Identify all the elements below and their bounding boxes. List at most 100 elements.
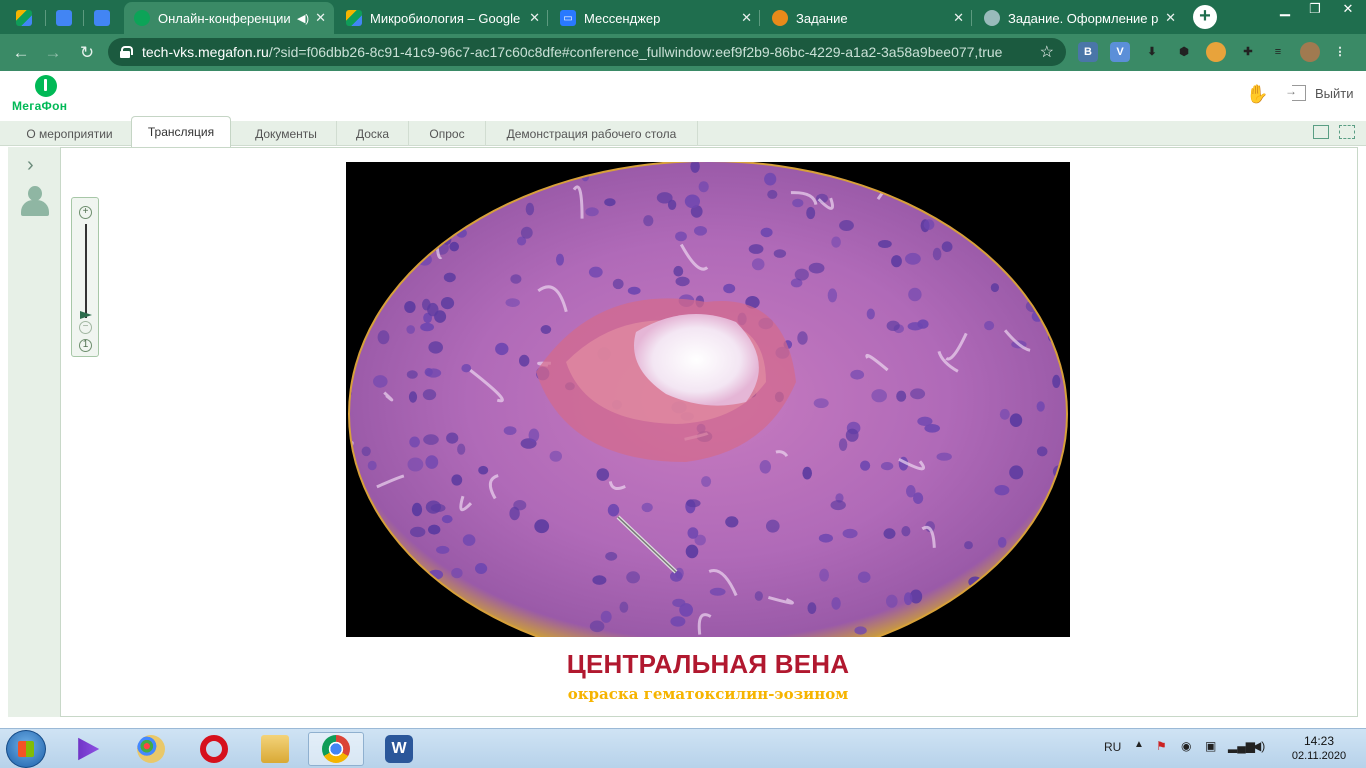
- close-window-button[interactable]: ✕: [1330, 0, 1366, 20]
- google-docs-icon: [94, 10, 110, 26]
- volume-icon[interactable]: ◀): [1252, 739, 1265, 753]
- chevron-right-icon[interactable]: ›: [27, 154, 34, 177]
- tab-label: Задание: [796, 10, 848, 26]
- cookie-icon[interactable]: [1206, 42, 1226, 62]
- close-tab-icon[interactable]: ✕: [741, 10, 752, 26]
- task-icon: [772, 10, 788, 26]
- tab-messenger[interactable]: ▭ Мессенджер ✕: [550, 2, 760, 34]
- tab-poll[interactable]: Опрос: [409, 121, 486, 146]
- media-player-button[interactable]: [60, 732, 116, 766]
- tab-google-docs-2[interactable]: [84, 2, 122, 34]
- puzzle-icon[interactable]: ✚: [1238, 42, 1258, 62]
- zoom-slider-track[interactable]: [85, 224, 87, 318]
- zoom-reset-button[interactable]: 1: [79, 339, 92, 352]
- logo-text: МегаФон: [12, 99, 68, 113]
- tab-desktop-sharing[interactable]: Демонстрация рабочего стола: [486, 121, 698, 146]
- tray-expand-icon[interactable]: ▲: [1134, 739, 1144, 750]
- tab-label: Мессенджер: [584, 10, 661, 26]
- slide-caption: ЦЕНТРАЛЬНАЯ ВЕНА окраска гематоксилин-эо…: [346, 637, 1070, 705]
- minimize-button[interactable]: ▁: [1270, 0, 1300, 20]
- url-path: /?sid=f06dbb26-8c91-41c9-96c7-ac17c60c8d…: [268, 44, 1003, 60]
- tab-task[interactable]: Задание ✕: [762, 2, 972, 34]
- speaker-icon[interactable]: ◀): [297, 12, 309, 25]
- opera-icon: [200, 735, 228, 763]
- start-button[interactable]: [6, 730, 46, 768]
- language-indicator[interactable]: RU: [1104, 740, 1121, 754]
- tab-google-drive[interactable]: [6, 2, 46, 34]
- presentation-slide: ЦЕНТРАЛЬНАЯ ВЕНА окраска гематоксилин-эо…: [346, 162, 1070, 705]
- tab-google-docs-1[interactable]: [46, 2, 84, 34]
- megafon-logo-icon: [35, 75, 57, 97]
- close-tab-icon[interactable]: ✕: [953, 10, 964, 26]
- close-tab-icon[interactable]: ✕: [529, 10, 540, 26]
- tab-label: Микробиология – Google Д: [370, 10, 524, 26]
- opera-button[interactable]: [186, 732, 242, 766]
- micrograph-image: [346, 162, 1070, 637]
- lock-icon: [120, 46, 133, 58]
- exit-label: Выйти: [1315, 85, 1354, 101]
- split-view-icon[interactable]: [1313, 125, 1329, 139]
- raise-hand-icon[interactable]: ✋: [1246, 84, 1268, 105]
- tab-board[interactable]: Доска: [337, 121, 409, 146]
- download-icon[interactable]: ⬇: [1142, 42, 1162, 62]
- action-center-icon[interactable]: ⚑: [1156, 739, 1167, 753]
- google-drive-icon: [346, 10, 362, 26]
- word-button[interactable]: W: [371, 732, 427, 766]
- slide-title: ЦЕНТРАЛЬНАЯ ВЕНА: [566, 649, 850, 679]
- conference-tabs: О мероприятии Трансляция Документы Доска…: [0, 116, 1366, 147]
- profile-avatar[interactable]: [1300, 42, 1320, 62]
- close-tab-icon[interactable]: ✕: [315, 10, 326, 26]
- tab-microbiology[interactable]: Микробиология – Google Д ✕: [336, 2, 548, 34]
- clock-date: 02.11.2020: [1291, 750, 1347, 762]
- tab-documents[interactable]: Документы: [236, 121, 337, 146]
- slide-subtitle: окраска гематоксилин-эозином: [567, 685, 849, 703]
- tab-label: Онлайн-конференции: [158, 10, 291, 26]
- exit-icon: [1285, 84, 1306, 101]
- messenger-icon: ▭: [560, 10, 576, 26]
- back-button[interactable]: ←: [10, 42, 32, 64]
- exit-button[interactable]: Выйти: [1285, 84, 1354, 101]
- file-explorer-icon: [261, 735, 289, 763]
- url-field[interactable]: tech-vks.megafon.ru/?sid=f06dbb26-8c91-4…: [108, 38, 1066, 66]
- zoom-out-button[interactable]: −: [79, 321, 92, 334]
- file-explorer-button[interactable]: [247, 732, 303, 766]
- tab-about-event[interactable]: О мероприятии: [8, 121, 132, 146]
- chrome-button[interactable]: [308, 732, 364, 766]
- new-tab-button[interactable]: +: [1193, 5, 1217, 29]
- sync-icon[interactable]: ◉: [1181, 739, 1191, 753]
- megafon-icon: [134, 10, 150, 26]
- tab-online-conference[interactable]: Онлайн-конференции ◀) ✕: [124, 2, 334, 34]
- network-signal-icon[interactable]: ▂▄▆: [1228, 739, 1255, 753]
- paint-icon: [137, 735, 165, 763]
- fullscreen-icon[interactable]: [1339, 125, 1355, 139]
- clock[interactable]: 14:23 02.11.2020: [1285, 734, 1353, 764]
- bookmark-star-icon[interactable]: ☆: [1040, 42, 1054, 62]
- tab-broadcast[interactable]: Трансляция: [131, 116, 231, 147]
- paint-button[interactable]: [123, 732, 179, 766]
- browser-tab-strip: Онлайн-конференции ◀) ✕ Микробиология – …: [0, 0, 1366, 34]
- windows-taskbar: W RU ▲ ⚑ ◉ ▣ ▂▄▆ ◀) 14:23 02.11.2020: [0, 728, 1366, 768]
- globe-icon: [984, 10, 1000, 26]
- address-bar: ← → ↻ tech-vks.megafon.ru/?sid=f06dbb26-…: [0, 34, 1366, 71]
- v-extension-icon[interactable]: V: [1110, 42, 1130, 62]
- google-drive-icon: [16, 10, 32, 26]
- restore-button[interactable]: ❐: [1300, 0, 1330, 20]
- chrome-icon: [322, 735, 350, 763]
- menu-icon[interactable]: ⋮: [1330, 42, 1350, 62]
- vk-extension-icon[interactable]: В: [1078, 42, 1098, 62]
- url-host: tech-vks.megafon.ru: [142, 44, 269, 60]
- word-icon: W: [385, 735, 413, 763]
- device-icon[interactable]: ▣: [1205, 739, 1216, 753]
- left-panel: [8, 147, 60, 717]
- tab-task-report[interactable]: Задание. Оформление реф ✕: [974, 2, 1184, 34]
- queue-icon[interactable]: ≡: [1268, 42, 1288, 62]
- cube-icon[interactable]: ⬢: [1174, 42, 1194, 62]
- zoom-in-button[interactable]: +: [79, 206, 92, 219]
- close-tab-icon[interactable]: ✕: [1165, 10, 1176, 26]
- participants-icon[interactable]: [20, 186, 50, 216]
- forward-button[interactable]: →: [42, 42, 64, 64]
- zoom-slider-thumb[interactable]: [80, 311, 92, 319]
- media-player-icon: [78, 737, 100, 761]
- app-header: МегаФон: [0, 71, 1366, 121]
- reload-button[interactable]: ↻: [76, 42, 98, 64]
